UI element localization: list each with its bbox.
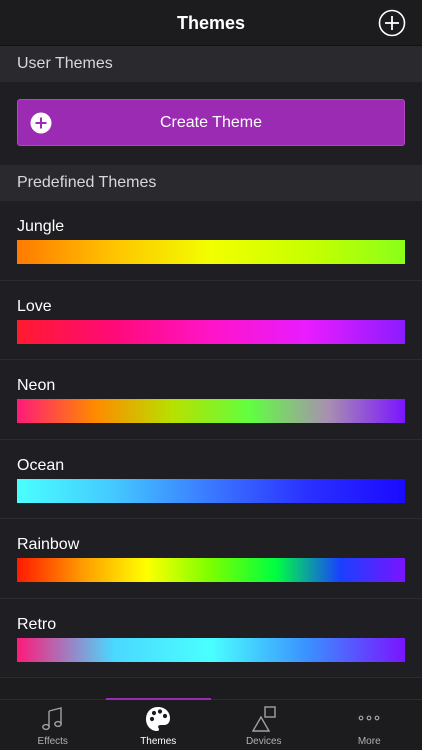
theme-row-jungle[interactable]: Jungle <box>0 201 422 281</box>
theme-gradient-bar <box>17 558 405 582</box>
theme-row-neon[interactable]: Neon <box>0 360 422 440</box>
tab-bar: Effects Themes Devices More <box>0 698 422 750</box>
theme-name: Ocean <box>17 456 65 474</box>
tab-label: Effects <box>37 736 68 747</box>
tab-themes[interactable]: Themes <box>105 698 211 750</box>
section-header-user-themes: User Themes <box>0 46 422 82</box>
palette-icon <box>144 705 172 733</box>
theme-row-love[interactable]: Love <box>0 280 422 360</box>
theme-gradient-bar <box>17 637 405 662</box>
tab-label: Themes <box>140 736 177 747</box>
theme-gradient-bar <box>17 240 405 264</box>
navigation-bar: Themes <box>0 0 422 46</box>
theme-name: Retro <box>17 615 57 633</box>
theme-gradient-bar <box>17 319 405 344</box>
predefined-theme-list: Jungle Love Neon Ocean Rainbow Retro <box>0 201 422 699</box>
tab-label: Devices <box>245 736 282 747</box>
add-theme-button[interactable] <box>378 9 406 37</box>
page-title: Themes <box>176 13 246 33</box>
tab-label: More <box>357 736 381 747</box>
theme-row-ocean[interactable]: Ocean <box>0 439 422 519</box>
shapes-icon <box>250 705 278 733</box>
user-themes-area: Create Theme <box>0 82 422 165</box>
theme-gradient-bar <box>17 399 405 423</box>
music-note-icon <box>39 705 67 733</box>
theme-name: Love <box>17 297 52 315</box>
theme-name: Neon <box>17 377 56 394</box>
tab-effects[interactable]: Effects <box>0 700 106 750</box>
theme-row-retro[interactable]: Retro <box>0 598 422 678</box>
theme-name: Rainbow <box>17 536 80 553</box>
more-dots-icon <box>355 705 383 733</box>
plus-circle-icon <box>378 9 406 37</box>
tab-devices[interactable]: Devices <box>211 700 317 750</box>
create-theme-button[interactable]: Create Theme <box>17 99 405 146</box>
tab-more[interactable]: More <box>317 700 422 750</box>
theme-gradient-bar <box>17 478 405 503</box>
theme-row-rainbow[interactable]: Rainbow <box>0 519 422 599</box>
create-theme-label: Create Theme <box>160 114 262 131</box>
theme-name: Jungle <box>17 218 65 235</box>
active-tab-indicator <box>105 698 211 700</box>
section-header-predefined-themes: Predefined Themes <box>0 165 422 201</box>
